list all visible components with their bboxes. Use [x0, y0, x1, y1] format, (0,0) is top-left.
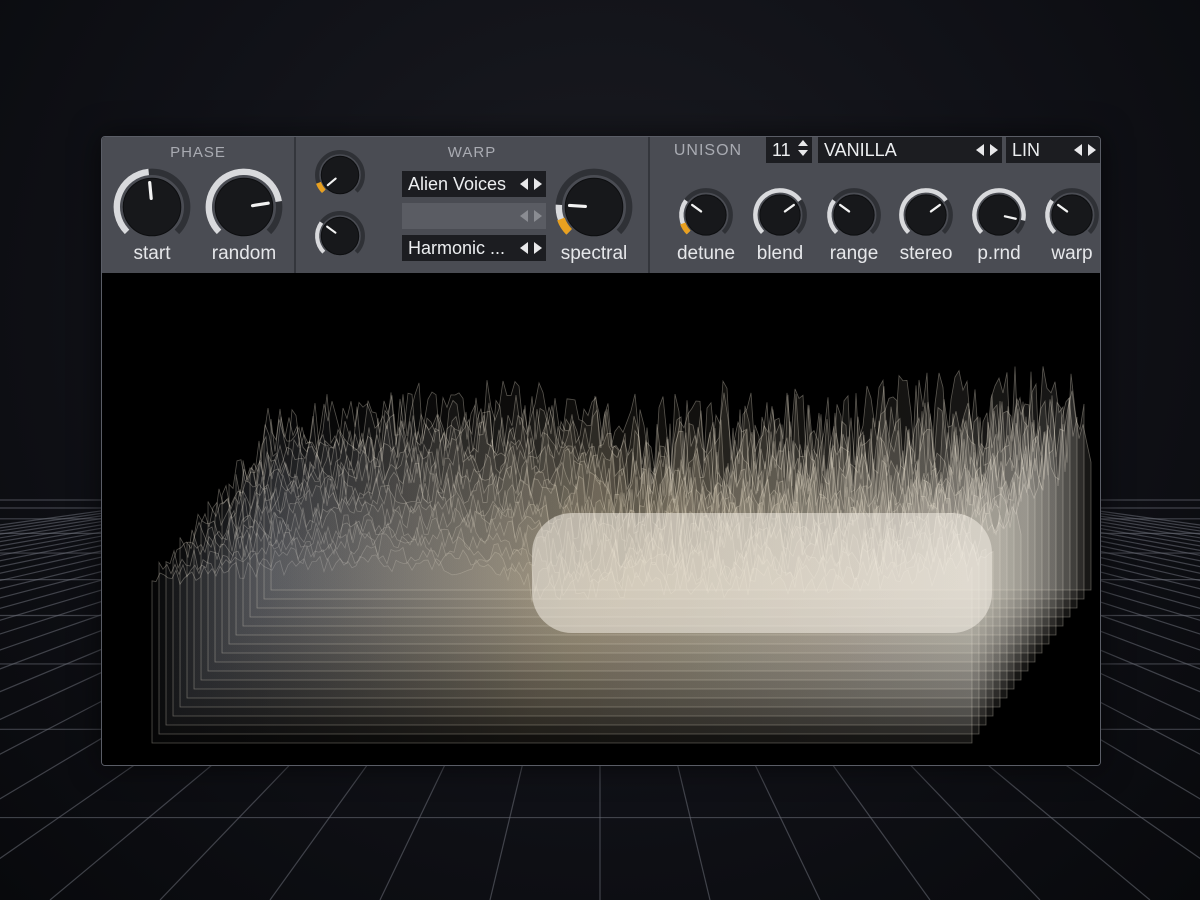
- knob-body: [1051, 194, 1093, 236]
- voices-value: 11: [772, 140, 791, 160]
- unison-spread-selector[interactable]: LIN: [1006, 137, 1100, 163]
- stereo-knob[interactable]: [898, 187, 954, 243]
- knob-pointer: [567, 203, 587, 209]
- knob-mod-arc: [557, 217, 573, 235]
- p-rnd-knob[interactable]: [971, 187, 1027, 243]
- wavetable-3d-display[interactable]: [102, 273, 1100, 765]
- knob-body: [833, 194, 875, 236]
- warp-title: WARP: [447, 144, 497, 161]
- next-arrow-icon[interactable]: [534, 178, 542, 190]
- next-arrow-icon[interactable]: [534, 210, 542, 222]
- unison-voices-stepper[interactable]: 11: [766, 137, 812, 163]
- down-arrow-icon[interactable]: [798, 150, 808, 156]
- wavetable-panel: PHASE start random WARP Alien Voices Har…: [101, 136, 1101, 766]
- oscillator-header: PHASE start random WARP Alien Voices Har…: [102, 137, 1100, 273]
- unison-section: UNISON 11 VANILLA LIN detune blend range…: [650, 137, 1100, 273]
- unison-warp-label: warp: [1051, 243, 1093, 264]
- next-arrow-icon[interactable]: [1088, 144, 1096, 156]
- prev-arrow-icon[interactable]: [1074, 144, 1082, 156]
- spectral-knob[interactable]: [554, 167, 634, 247]
- warp-mode-selector-3[interactable]: Harmonic ...: [402, 235, 546, 261]
- range-knob[interactable]: [826, 187, 882, 243]
- knob-pointer: [148, 181, 153, 200]
- unison-title: UNISON: [673, 142, 743, 159]
- prev-arrow-icon[interactable]: [520, 178, 528, 190]
- warp-mode-selector-2[interactable]: [402, 203, 546, 229]
- up-arrow-icon[interactable]: [798, 140, 808, 146]
- blend-knob[interactable]: [752, 187, 808, 243]
- start-knob[interactable]: [112, 167, 192, 247]
- warp-section: WARP Alien Voices Harmonic ... spectral: [296, 137, 648, 273]
- warp-mode-1-value: Alien Voices: [408, 174, 507, 194]
- knob-body: [122, 177, 182, 237]
- unison-mode-selector[interactable]: VANILLA: [818, 137, 1002, 163]
- knob-body: [214, 177, 274, 237]
- knob-body: [978, 194, 1020, 236]
- detune-knob[interactable]: [678, 187, 734, 243]
- prev-arrow-icon[interactable]: [976, 144, 984, 156]
- unison-mode-value: VANILLA: [824, 140, 897, 160]
- unison-spread-value: LIN: [1012, 140, 1041, 160]
- unison-warp-knob[interactable]: [1044, 187, 1100, 243]
- knob-body: [320, 216, 360, 256]
- knob-mod-arc: [316, 181, 326, 194]
- next-arrow-icon[interactable]: [534, 242, 542, 254]
- prev-arrow-icon[interactable]: [520, 210, 528, 222]
- random-knob[interactable]: [204, 167, 284, 247]
- phase-section: PHASE start random: [102, 137, 294, 273]
- random-label: random: [211, 243, 277, 264]
- next-arrow-icon[interactable]: [990, 144, 998, 156]
- knob-body: [685, 194, 727, 236]
- start-label: start: [133, 243, 171, 264]
- warp-mode-3-value: Harmonic ...: [408, 238, 506, 258]
- knob-body: [905, 194, 947, 236]
- warp-amount-knob-1[interactable]: [314, 149, 366, 201]
- warp-amount-knob-2[interactable]: [314, 210, 366, 262]
- knob-body: [759, 194, 801, 236]
- spectral-label: spectral: [560, 243, 628, 264]
- warp-mode-selector-1[interactable]: Alien Voices: [402, 171, 546, 197]
- wave-highlight: [532, 513, 992, 633]
- knob-mod-arc: [680, 222, 691, 235]
- phase-title: PHASE: [170, 144, 226, 161]
- knob-body: [320, 155, 360, 195]
- prev-arrow-icon[interactable]: [520, 242, 528, 254]
